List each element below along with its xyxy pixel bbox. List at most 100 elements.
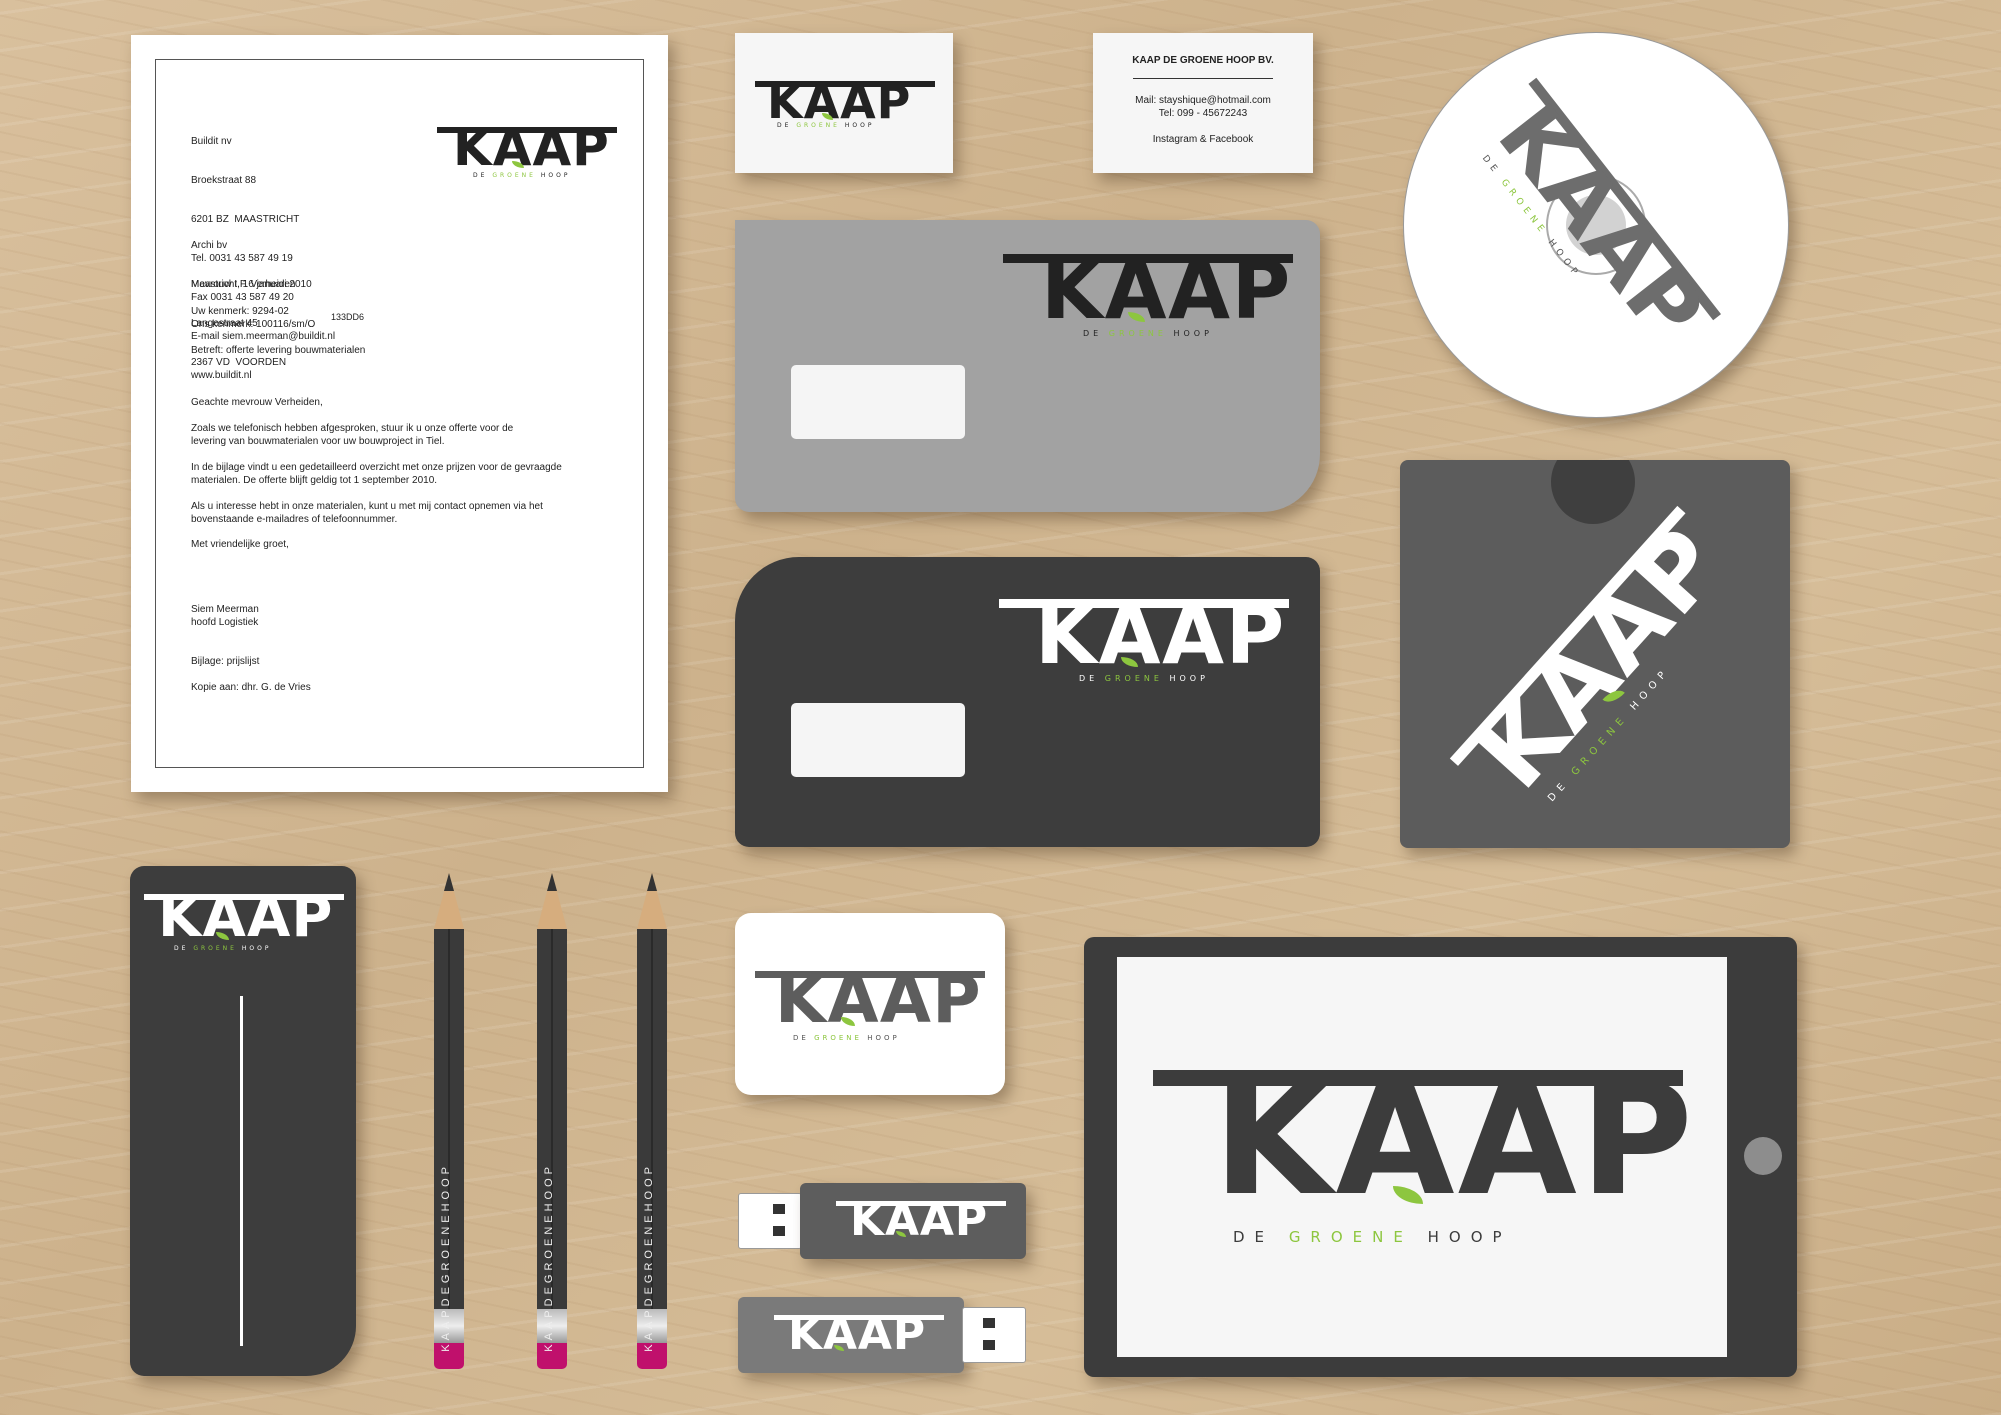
logo-subtitle: DE GROENE HOOP — [1233, 1230, 1512, 1245]
dark-envelope: KAAP DE GROENE HOOP — [735, 557, 1320, 847]
logo-sub-hoop: HOOP — [241, 945, 272, 952]
kaap-logo: KAAP DE GROENE HOOP — [1153, 1062, 1693, 1262]
cd-sleeve: KAAP DE GROENE HOOP — [1400, 460, 1790, 848]
pencil: KAAPDEGROENEHOOP — [537, 873, 567, 1381]
logo-sub-groene: GROENE — [1108, 329, 1167, 338]
logo-sub-de: DE — [1083, 329, 1103, 338]
logo-sub-groene: GROENE — [1104, 674, 1163, 683]
letter-uw-kenmerk: Uw kenmerk: 9294-02 — [191, 306, 289, 317]
letter-closing: Met vriendelijke groet, — [191, 539, 289, 550]
logo-sub-hoop: HOOP — [844, 122, 875, 129]
logo-word: KAAP — [1455, 505, 1746, 811]
kaap-logo: KAAP DE GROENE HOOP — [1445, 502, 1754, 828]
logo-word: KAAP — [1041, 244, 1292, 337]
tablet: KAAP DE GROENE HOOP — [1084, 937, 1797, 1377]
logo-subtitle: DE GROENE HOOP — [1083, 330, 1213, 338]
card-divider — [1133, 78, 1273, 79]
letter-paragraph: Zoals we telefonisch hebben afgesproken,… — [191, 423, 514, 447]
sender-line: Buildit nv — [191, 136, 232, 147]
pencil-label: KAAPDEGROENEHOOP — [543, 1163, 555, 1352]
logo-sub-hoop: HOOP — [1427, 1228, 1512, 1246]
logo-word: KAAP — [788, 1309, 926, 1360]
logo-sub-hoop: HOOP — [1173, 329, 1213, 338]
recipient-line: Archi bv — [191, 240, 228, 251]
card-tel: Tel: 099 - 45672243 — [1158, 108, 1248, 119]
logo-sub-groene: GROENE — [492, 172, 536, 179]
cd-disc: KAAP DE GROENE HOOP — [1403, 32, 1789, 418]
logo-word: KAAP — [1478, 86, 1724, 361]
letter-ons-kenmerk: Ons kenmerk: 100116/sm/O — [191, 319, 316, 330]
logo-sub-de: DE — [1079, 674, 1099, 683]
envelope-window — [791, 703, 965, 777]
business-card-back: KAAP DE GROENE HOOP BV. Mail: stayshique… — [1093, 33, 1313, 173]
usb-plug — [962, 1307, 1026, 1363]
logo-word: KAAP — [850, 1195, 988, 1246]
logo-word: KAAP — [1213, 1051, 1696, 1230]
kaap-logo: KAAP DE GROENE HOOP — [755, 963, 985, 1043]
letter-signer-name: Siem Meerman — [191, 604, 259, 615]
logo-word: KAAP — [767, 75, 912, 129]
pencil-lead — [444, 873, 454, 891]
card-company: KAAP DE GROENE HOOP BV. — [1132, 55, 1274, 66]
logo-subtitle: DE GROENE HOOP — [777, 123, 874, 129]
card-social: Instagram & Facebook — [1152, 134, 1254, 145]
logo-sub-de: DE — [1233, 1228, 1275, 1246]
logo-sub-de: DE — [793, 1034, 809, 1042]
letter-recipient-block: Archi bv Mevrouw I.F. Verheiden Langestr… — [191, 213, 296, 395]
tablet-home-button[interactable] — [1744, 1137, 1782, 1175]
rounded-card: KAAP DE GROENE HOOP — [735, 913, 1005, 1095]
pencil-label: KAAPDEGROENEHOOP — [643, 1163, 655, 1352]
logo-sub-hoop: HOOP — [1169, 674, 1209, 683]
sender-line: Broekstraat 88 — [191, 175, 257, 186]
letter-paragraph: In de bijlage vindt u een gedetailleerd … — [191, 462, 562, 486]
kaap-logo: KAAP DE GROENE HOOP — [1462, 74, 1725, 372]
pencil: KAAPDEGROENEHOOP — [637, 873, 667, 1381]
usb-plug — [738, 1193, 802, 1249]
logo-sub-groene: GROENE — [796, 122, 840, 129]
letter-attachment: Bijlage: prijslijst — [191, 656, 260, 667]
pencil-lead — [547, 873, 557, 891]
business-card-front: KAAP DE GROENE HOOP — [735, 33, 953, 173]
logo-sub-hoop: HOOP — [867, 1034, 900, 1042]
logo-word: KAAP — [158, 885, 334, 950]
letter-date: Maastricht, 16 januari 2010 — [191, 279, 312, 290]
bookmark: KAAP DE GROENE HOOP — [130, 866, 356, 1376]
logo-subtitle: DE GROENE HOOP — [174, 946, 271, 952]
logo-word: KAAP — [453, 119, 610, 177]
bookmark-line — [240, 996, 243, 1346]
sleeve-notch — [1551, 460, 1635, 524]
kaap-logo: KAAP DE GROENE HOOP — [144, 888, 344, 958]
card-mail: Mail: stayshique@hotmail.com — [1135, 95, 1271, 106]
grey-envelope: KAAP DE GROENE HOOP — [735, 220, 1320, 512]
logo-sub-de: DE — [777, 122, 792, 129]
pencil-label: KAAPDEGROENEHOOP — [440, 1163, 452, 1352]
usb-body: KAAP — [738, 1297, 964, 1373]
kaap-logo: KAAP DE GROENE HOOP — [437, 115, 617, 185]
logo-sub-groene: GROENE — [814, 1034, 862, 1042]
tablet-screen: KAAP DE GROENE HOOP — [1117, 957, 1727, 1357]
usb-body: KAAP — [800, 1183, 1026, 1259]
logo-subtitle: DE GROENE HOOP — [473, 173, 570, 179]
letter-paragraph: Als u interesse hebt in onze materialen,… — [191, 501, 543, 525]
logo-sub-groene: GROENE — [1288, 1228, 1413, 1246]
letter-ref-code: 133DD6 — [331, 312, 365, 322]
logo-subtitle: DE GROENE HOOP — [793, 1035, 900, 1042]
kaap-logo: KAAP DE GROENE HOOP — [755, 77, 935, 137]
letter-copy: Kopie aan: dhr. G. de Vries — [191, 682, 311, 693]
pencil-lead — [647, 873, 657, 891]
recipient-line: 2367 VD VOORDEN — [191, 357, 287, 368]
letter-signer-title: hoofd Logistiek — [191, 617, 259, 628]
usb-stick: KAAP — [738, 1297, 1028, 1377]
usb-stick: KAAP — [738, 1183, 1028, 1263]
letter-salutation: Geachte mevrouw Verheiden, — [191, 397, 323, 408]
logo-sub-groene: GROENE — [193, 945, 237, 952]
kaap-logo: KAAP — [774, 1311, 944, 1371]
envelope-window — [791, 365, 965, 439]
logo-sub-de: DE — [473, 172, 488, 179]
logo-sub-hoop: HOOP — [540, 172, 571, 179]
pencil: KAAPDEGROENEHOOP — [434, 873, 464, 1381]
kaap-logo: KAAP DE GROENE HOOP — [999, 591, 1289, 691]
letterhead-paper: Buildit nv Broekstraat 88 6201 BZ MAASTR… — [131, 35, 668, 792]
logo-word: KAAP — [775, 961, 982, 1038]
logo-subtitle: DE GROENE HOOP — [1079, 675, 1209, 683]
